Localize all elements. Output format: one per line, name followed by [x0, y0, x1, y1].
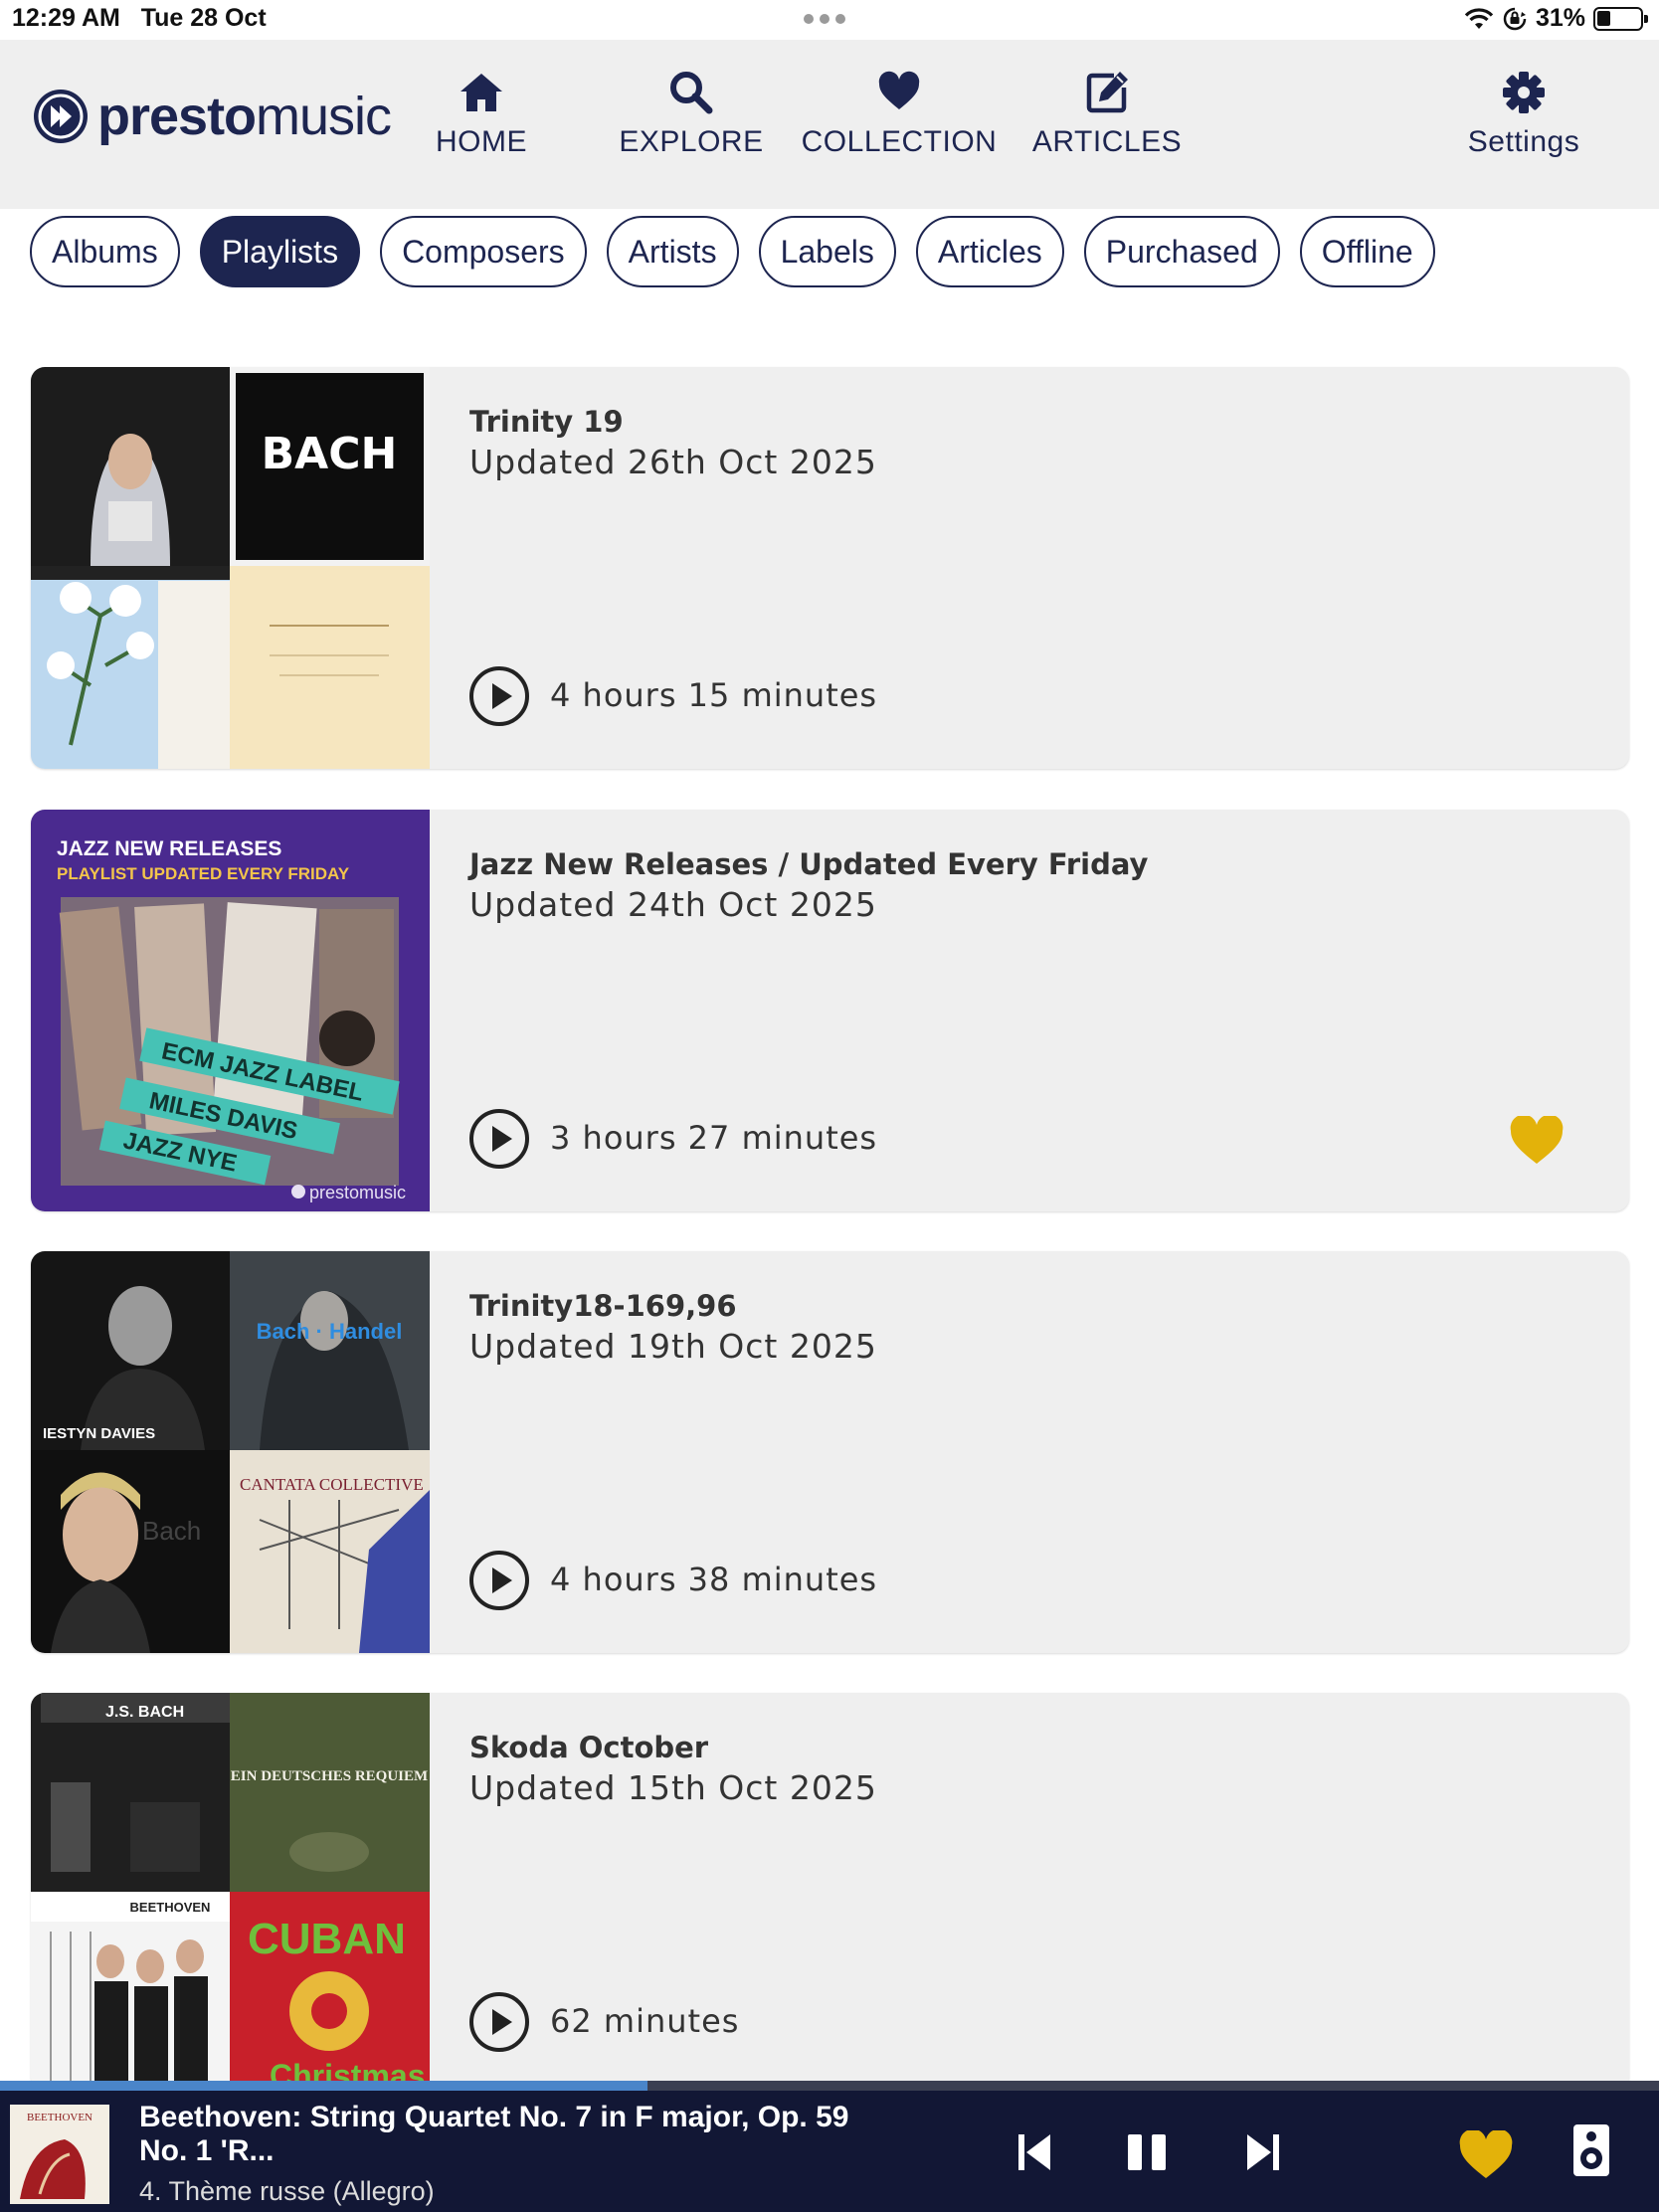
favourite-heart-icon[interactable]	[1509, 1116, 1565, 1166]
logo-play-icon	[34, 90, 88, 143]
play-icon[interactable]	[468, 1991, 530, 2053]
svg-text:IESTYN DAVIES: IESTYN DAVIES	[43, 1425, 155, 1442]
playlist-card[interactable]: J.S. BACH EIN DEUTSCHES REQUIEM BEETHOVE…	[31, 1693, 1629, 2091]
playlist-title: Trinity18-169,96	[469, 1289, 737, 1323]
chip-articles[interactable]: Articles	[915, 216, 1064, 287]
speaker-output-icon[interactable]	[1571, 2122, 1611, 2178]
multitasking-dots-icon[interactable]	[804, 14, 845, 24]
favourite-heart-icon[interactable]	[1458, 2130, 1514, 2180]
chip-composers[interactable]: Composers	[380, 216, 587, 287]
chip-artists[interactable]: Artists	[606, 216, 739, 287]
svg-text:prestomusic: prestomusic	[309, 1183, 406, 1202]
play-icon[interactable]	[468, 1108, 530, 1170]
svg-text:BACH: BACH	[262, 429, 398, 479]
playlist-updated: Updated 19th Oct 2025	[469, 1327, 877, 1366]
playlist-duration: 3 hours 27 minutes	[550, 1119, 878, 1157]
playlist-updated: Updated 26th Oct 2025	[469, 443, 877, 481]
search-icon	[670, 72, 713, 114]
playlist-duration: 4 hours 15 minutes	[550, 676, 878, 714]
playlist-title: Jazz New Releases / Updated Every Friday	[469, 847, 1149, 881]
playback-progress-bar[interactable]	[0, 2081, 1659, 2091]
svg-text:CANTATA COLLECTIVE: CANTATA COLLECTIVE	[240, 1475, 424, 1494]
now-playing-movement: 4. Thème russe (Allegro)	[139, 2176, 435, 2206]
nav-articles[interactable]: ARTICLES	[1032, 70, 1182, 179]
playlist-card[interactable]: IESTYN DAVIES Bach · Handel CANTATA COLL…	[31, 1251, 1629, 1653]
playlist-artwork: IESTYN DAVIES Bach · Handel CANTATA COLL…	[31, 1251, 430, 1653]
pause-icon[interactable]	[1126, 2132, 1170, 2172]
edit-icon	[1086, 72, 1128, 113]
app-header: prestomusic HOME EXPLORE COLLECTION ARTI…	[0, 40, 1659, 209]
svg-text:Bach: Bach	[142, 1516, 201, 1546]
chip-purchased[interactable]: Purchased	[1083, 216, 1280, 287]
gear-icon	[1503, 72, 1545, 113]
playlist-card[interactable]: JAZZ NEW RELEASES PLAYLIST UPDATED EVERY…	[31, 810, 1629, 1211]
svg-text:BEETHOVEN: BEETHOVEN	[27, 2112, 92, 2123]
nav-settings[interactable]: Settings	[1466, 70, 1581, 179]
chip-playlists[interactable]: Playlists	[199, 216, 361, 287]
chip-labels[interactable]: Labels	[758, 216, 896, 287]
playlist-artwork: JAZZ NEW RELEASES PLAYLIST UPDATED EVERY…	[31, 810, 430, 1211]
status-time: 12:29 AM Tue 28 Oct	[12, 4, 267, 32]
play-icon[interactable]	[468, 1550, 530, 1611]
playlist-artwork: BACH	[31, 367, 430, 769]
chip-offline[interactable]: Offline	[1299, 216, 1435, 287]
svg-text:Bach · Handel: Bach · Handel	[257, 1319, 403, 1344]
heart-icon	[878, 71, 920, 109]
svg-text:J.S. BACH: J.S. BACH	[105, 1704, 184, 1721]
playlist-updated: Updated 24th Oct 2025	[469, 885, 877, 924]
playlist-duration: 4 hours 38 minutes	[550, 1561, 878, 1598]
next-track-icon[interactable]	[1245, 2132, 1281, 2172]
nav-collection[interactable]: COLLECTION	[802, 70, 997, 179]
home-icon	[461, 74, 502, 111]
nav-home[interactable]: HOME	[430, 70, 533, 179]
filter-chips: Albums Playlists Composers Artists Label…	[30, 216, 1435, 287]
playback-progress-fill	[0, 2081, 647, 2091]
svg-text:CUBAN: CUBAN	[248, 1915, 406, 1963]
status-right: 31%	[1464, 4, 1648, 33]
svg-text:BEETHOVEN: BEETHOVEN	[130, 1900, 211, 1915]
playlist-duration: 62 minutes	[550, 2002, 740, 2040]
logo-wordmark: prestomusic	[97, 87, 392, 146]
playlist-artwork: J.S. BACH EIN DEUTSCHES REQUIEM BEETHOVE…	[31, 1693, 430, 2091]
svg-text:PLAYLIST UPDATED EVERY FRIDAY: PLAYLIST UPDATED EVERY FRIDAY	[57, 864, 350, 883]
nav-explore[interactable]: EXPLORE	[619, 70, 764, 179]
now-playing-artwork: BEETHOVEN	[10, 2105, 109, 2204]
battery-percent: 31%	[1535, 4, 1585, 32]
now-playing-title: Beethoven: String Quartet No. 7 in F maj…	[139, 2101, 849, 2167]
status-bar: 12:29 AM Tue 28 Oct 31%	[0, 0, 1659, 40]
wifi-icon	[1464, 7, 1494, 29]
playlist-title: Skoda October	[469, 1731, 709, 1764]
now-playing-bar[interactable]: BEETHOVEN Beethoven: String Quartet No. …	[0, 2081, 1659, 2212]
playlist-card[interactable]: BACH Trinity 19 Updated 26th Oct 2025 4 …	[31, 367, 1629, 769]
presto-music-logo[interactable]: prestomusic	[34, 86, 392, 147]
svg-text:JAZZ NEW RELEASES: JAZZ NEW RELEASES	[57, 837, 281, 860]
chip-albums[interactable]: Albums	[30, 216, 180, 287]
battery-icon	[1593, 6, 1648, 31]
play-icon[interactable]	[468, 665, 530, 727]
playlist-title: Trinity 19	[469, 405, 624, 439]
previous-track-icon[interactable]	[1016, 2132, 1052, 2172]
orientation-lock-icon	[1503, 7, 1527, 30]
playlist-updated: Updated 15th Oct 2025	[469, 1768, 877, 1807]
svg-text:EIN DEUTSCHES REQUIEM: EIN DEUTSCHES REQUIEM	[231, 1768, 428, 1784]
